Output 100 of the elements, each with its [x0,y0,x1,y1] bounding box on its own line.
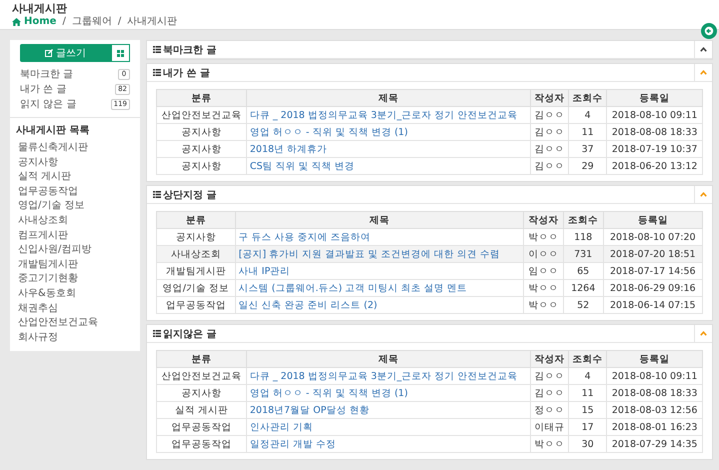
post-title-link[interactable]: 일정관리 개발 수정 [246,436,530,452]
table-cell: 공지사항 [156,158,246,174]
table-cell: 11 [568,384,607,402]
table-cell: 박ㅇㅇ [530,436,569,452]
post-title-link[interactable]: 2018년 하계휴가 [246,140,530,158]
chevron-up-icon [700,47,707,52]
counter-link[interactable]: 읽지 않은 글 [20,97,76,111]
table-cell: 개발팀게시판 [156,262,236,280]
table-cell: 박ㅇㅇ [524,296,564,314]
table-cell: 2018-06-29 09:16 [603,280,702,296]
chevron-up-icon [700,331,707,336]
table-cell: 실적 게시판 [156,402,246,418]
table-cell: 2018-07-19 10:37 [606,140,702,158]
post-title-link[interactable]: 영업 허ㅇㅇ - 직위 및 직책 변경 (1) [246,384,530,402]
board-link[interactable]: 채권추심 [16,302,134,316]
grid-view-button[interactable] [111,44,130,62]
table-cell: 2018-08-01 16:23 [606,418,702,436]
table-cell: 37 [568,140,607,158]
board-link[interactable]: 물류신축게시판 [16,141,134,156]
column-header: 제목 [235,212,524,228]
table-cell: 4 [568,106,607,124]
board-link[interactable]: 영업/기술 정보 [16,199,134,214]
post-title-link[interactable]: 일신 신축 완공 준비 리스트 (2) [235,296,524,314]
column-header: 등록일 [603,212,702,228]
table-cell: 이태규 [530,418,569,436]
table-cell: 29 [568,158,607,174]
board-link[interactable]: 중고기기현황 [16,272,134,287]
table-cell: 업무공동작업 [156,436,246,452]
back-button[interactable] [701,23,717,39]
column-header: 분류 [156,350,246,368]
table-cell: 업무공동작업 [156,418,246,436]
list-icon [153,330,161,337]
board-link[interactable]: 업무공동작업 [16,184,134,200]
page-title: 사내게시판 [12,2,67,16]
list-icon [153,191,161,198]
post-title-link[interactable]: 다큐 _ 2018 법정의무교육 3분기_근로자 정기 안전보건교육 [246,368,530,384]
post-title-link[interactable]: 2018년7월달 OP달성 현황 [246,402,530,418]
breadcrumb-item[interactable]: 그룹웨어 [72,16,112,28]
board-link[interactable]: 신입사원/컴피방 [16,243,134,258]
panel-title: 북마크한 글 [163,44,216,56]
table-cell: 박ㅇㅇ [524,280,564,296]
list-icon [153,46,161,53]
breadcrumb-separator: / [62,16,66,28]
table-cell: 30 [568,436,607,452]
table-cell: 영업/기술 정보 [156,280,236,296]
board-link[interactable]: 산업안전보건교육 [16,316,134,331]
counter-link[interactable]: 내가 쓴 글 [20,82,66,96]
table-cell: 사내상조회 [156,246,236,262]
column-header: 등록일 [606,350,702,368]
table-cell: 임ㅇㅇ [524,262,564,280]
table-cell: 2018-07-17 14:56 [603,262,702,280]
column-header: 조회수 [563,212,604,228]
counter-link[interactable]: 북마크한 글 [20,67,74,81]
post-title-link[interactable]: 영업 허ㅇㅇ - 직위 및 직책 변경 (1) [246,124,530,140]
column-header: 작성자 [524,212,564,228]
table-cell: 산업안전보건교육 [156,106,246,124]
post-title-link[interactable]: 시스템 (그룹웨어.듀스) 고객 미팅시 최초 설명 멘트 [235,280,524,296]
panel-title: 내가 쓴 글 [163,66,210,80]
table-cell: 2018-07-20 18:51 [603,246,702,262]
list-icon [153,69,161,76]
post-title-link[interactable]: [공지] 휴가비 지원 결과발표 및 조건변경에 대한 의견 수렴 [235,246,524,262]
board-link[interactable]: 공지사항 [16,156,134,170]
table-cell: 김ㅇㅇ [530,158,569,174]
post-title-link[interactable]: CS팀 직위 및 직책 변경 [246,158,530,174]
board-list-title: 사내게시판 목록 [16,124,90,137]
post-title-link[interactable]: 사내 IP관리 [235,262,524,280]
home-link[interactable]: Home [12,16,56,28]
breadcrumb-item[interactable]: 사내게시판 [127,16,178,28]
table-cell: 2018-08-03 12:56 [606,402,702,418]
column-header: 조회수 [568,90,607,106]
board-link[interactable]: 개발팀게시판 [16,258,134,272]
table-cell: 김ㅇㅇ [530,106,569,124]
write-button[interactable]: 글쓰기 [20,44,111,62]
table-cell: 이ㅇㅇ [524,246,564,262]
chevron-up-icon [700,192,707,197]
post-title-link[interactable]: 인사관리 기획 [246,418,530,436]
table-cell: 17 [568,418,607,436]
table-cell: 업무공동작업 [156,296,236,314]
column-header: 제목 [246,350,530,368]
arrow-left-icon [704,26,714,36]
column-header: 작성자 [530,350,569,368]
board-link[interactable]: 사우&동호회 [16,286,134,302]
table-cell: 4 [568,368,607,384]
grid-icon [117,50,124,56]
board-link[interactable]: 회사규정 [16,330,134,346]
column-header: 분류 [156,90,246,106]
table-cell: 1264 [563,280,604,296]
table-cell: 2018-08-10 09:11 [606,368,702,384]
panel-title: 상단지정 글 [163,188,216,202]
table-cell: 정ㅇㅇ [530,402,569,418]
table-cell: 11 [568,124,607,140]
post-title-link[interactable]: 다큐 _ 2018 법정의무교육 3분기_근로자 정기 안전보건교육 [246,106,530,124]
board-link[interactable]: 사내상조회 [16,214,134,229]
board-link[interactable]: 컴프게시판 [16,228,134,244]
table-cell: 공지사항 [156,140,246,158]
board-link[interactable]: 실적 게시판 [16,170,134,185]
table-cell: 김ㅇㅇ [530,124,569,140]
table-cell: 공지사항 [156,384,246,402]
table-cell: 김ㅇㅇ [530,140,569,158]
table-cell: 52 [563,296,604,314]
